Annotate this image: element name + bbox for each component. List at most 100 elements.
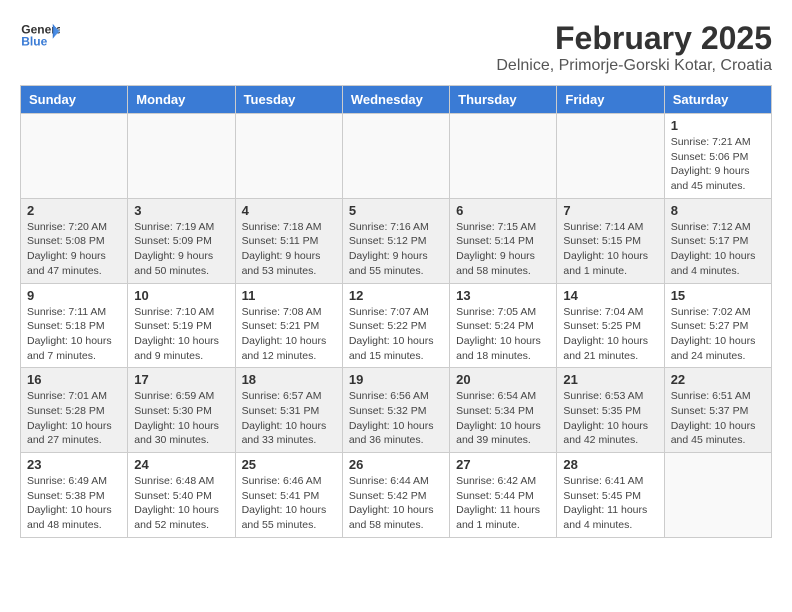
day-number: 5 xyxy=(349,203,443,218)
table-row: 10Sunrise: 7:10 AMSunset: 5:19 PMDayligh… xyxy=(128,283,235,368)
title-section: February 2025 Delnice, Primorje-Gorski K… xyxy=(496,20,772,75)
day-number: 2 xyxy=(27,203,121,218)
day-number: 20 xyxy=(456,372,550,387)
table-row: 27Sunrise: 6:42 AMSunset: 5:44 PMDayligh… xyxy=(450,453,557,538)
svg-text:Blue: Blue xyxy=(21,35,47,49)
day-info: Sunrise: 6:53 AMSunset: 5:35 PMDaylight:… xyxy=(563,389,657,448)
table-row: 11 Sunrise: 7:08 AMSunset: 5:21 PMDayligh… xyxy=(235,283,342,368)
day-info: Sunrise: 7:15 AMSunset: 5:14 PMDaylight:… xyxy=(456,220,550,279)
table-row: 17 Sunrise: 6:59 AMSunset: 5:30 PMDayligh… xyxy=(128,368,235,453)
day-info: Sunrise: 6:57 AMSunset: 5:31 PMDaylight:… xyxy=(242,389,336,448)
day-info: Sunrise: 6:49 AMSunset: 5:38 PMDaylight:… xyxy=(27,474,121,533)
calendar-week-row: 23 Sunrise: 6:49 AMSunset: 5:38 PMDayligh… xyxy=(21,453,772,538)
day-number: 6 xyxy=(456,203,550,218)
day-info: Sunrise: 6:59 AMSunset: 5:30 PMDaylight:… xyxy=(134,389,228,448)
day-number: 21 xyxy=(563,372,657,387)
table-row: 6 Sunrise: 7:15 AMSunset: 5:14 PMDaylight… xyxy=(450,198,557,283)
day-number: 28 xyxy=(563,457,657,472)
day-number: 26 xyxy=(349,457,443,472)
day-info: Sunrise: 6:42 AMSunset: 5:44 PMDaylight:… xyxy=(456,474,550,533)
calendar-week-row: 1 Sunrise: 7:21 AMSunset: 5:06 PMDaylight… xyxy=(21,114,772,199)
table-row: 18 Sunrise: 6:57 AMSunset: 5:31 PMDayligh… xyxy=(235,368,342,453)
table-row xyxy=(342,114,449,199)
day-number: 1 xyxy=(671,118,765,133)
day-number: 12 xyxy=(349,288,443,303)
day-number: 15 xyxy=(671,288,765,303)
day-number: 3 xyxy=(134,203,228,218)
day-number: 9 xyxy=(27,288,121,303)
day-number: 7 xyxy=(563,203,657,218)
table-row: 3 Sunrise: 7:19 AMSunset: 5:09 PMDaylight… xyxy=(128,198,235,283)
day-info: Sunrise: 7:11 AMSunset: 5:18 PMDaylight:… xyxy=(27,305,121,364)
table-row xyxy=(235,114,342,199)
table-row: 23 Sunrise: 6:49 AMSunset: 5:38 PMDayligh… xyxy=(21,453,128,538)
table-row: 22 Sunrise: 6:51 AMSunset: 5:37 PMDayligh… xyxy=(664,368,771,453)
day-info: Sunrise: 7:04 AMSunset: 5:25 PMDaylight:… xyxy=(563,305,657,364)
day-info: Sunrise: 7:12 AMSunset: 5:17 PMDaylight:… xyxy=(671,220,765,279)
month-year-title: February 2025 xyxy=(496,20,772,57)
table-row xyxy=(664,453,771,538)
calendar-week-row: 9 Sunrise: 7:11 AMSunset: 5:18 PMDaylight… xyxy=(21,283,772,368)
day-number: 24 xyxy=(134,457,228,472)
calendar-week-row: 16 Sunrise: 7:01 AMSunset: 5:28 PMDayligh… xyxy=(21,368,772,453)
table-row: 8 Sunrise: 7:12 AMSunset: 5:17 PMDaylight… xyxy=(664,198,771,283)
day-number: 14 xyxy=(563,288,657,303)
col-saturday: Saturday xyxy=(664,86,771,114)
day-info: Sunrise: 7:10 AMSunset: 5:19 PMDaylight:… xyxy=(134,305,228,364)
table-row xyxy=(557,114,664,199)
day-number: 18 xyxy=(242,372,336,387)
day-info: Sunrise: 7:05 AMSunset: 5:24 PMDaylight:… xyxy=(456,305,550,364)
day-number: 4 xyxy=(242,203,336,218)
day-info: Sunrise: 6:41 AMSunset: 5:45 PMDaylight:… xyxy=(563,474,657,533)
day-info: Sunrise: 7:16 AMSunset: 5:12 PMDaylight:… xyxy=(349,220,443,279)
table-row: 12 Sunrise: 7:07 AMSunset: 5:22 PMDayligh… xyxy=(342,283,449,368)
day-number: 8 xyxy=(671,203,765,218)
table-row xyxy=(450,114,557,199)
day-info: Sunrise: 6:51 AMSunset: 5:37 PMDaylight:… xyxy=(671,389,765,448)
day-number: 11 xyxy=(242,288,336,303)
day-number: 25 xyxy=(242,457,336,472)
day-info: Sunrise: 7:08 AMSunset: 5:21 PMDaylight:… xyxy=(242,305,336,364)
col-sunday: Sunday xyxy=(21,86,128,114)
col-monday: Monday xyxy=(128,86,235,114)
day-info: Sunrise: 7:02 AMSunset: 5:27 PMDaylight:… xyxy=(671,305,765,364)
day-info: Sunrise: 6:56 AMSunset: 5:32 PMDaylight:… xyxy=(349,389,443,448)
day-info: Sunrise: 6:44 AMSunset: 5:42 PMDaylight:… xyxy=(349,474,443,533)
day-number: 16 xyxy=(27,372,121,387)
day-info: Sunrise: 7:21 AMSunset: 5:06 PMDaylight:… xyxy=(671,135,765,194)
table-row: 4 Sunrise: 7:18 AMSunset: 5:11 PMDaylight… xyxy=(235,198,342,283)
day-number: 22 xyxy=(671,372,765,387)
table-row: 7 Sunrise: 7:14 AMSunset: 5:15 PMDaylight… xyxy=(557,198,664,283)
location-subtitle: Delnice, Primorje-Gorski Kotar, Croatia xyxy=(496,57,772,75)
logo: General Blue xyxy=(20,20,60,50)
day-number: 13 xyxy=(456,288,550,303)
day-number: 17 xyxy=(134,372,228,387)
day-info: Sunrise: 7:19 AMSunset: 5:09 PMDaylight:… xyxy=(134,220,228,279)
calendar-header-row: Sunday Monday Tuesday Wednesday Thursday… xyxy=(21,86,772,114)
col-thursday: Thursday xyxy=(450,86,557,114)
table-row xyxy=(21,114,128,199)
table-row: 14 Sunrise: 7:04 AMSunset: 5:25 PMDayligh… xyxy=(557,283,664,368)
calendar-week-row: 2Sunrise: 7:20 AMSunset: 5:08 PMDaylight… xyxy=(21,198,772,283)
table-row: 21 Sunrise: 6:53 AMSunset: 5:35 PMDayligh… xyxy=(557,368,664,453)
day-info: Sunrise: 7:07 AMSunset: 5:22 PMDaylight:… xyxy=(349,305,443,364)
col-friday: Friday xyxy=(557,86,664,114)
table-row: 13 Sunrise: 7:05 AMSunset: 5:24 PMDayligh… xyxy=(450,283,557,368)
table-row: 15 Sunrise: 7:02 AMSunset: 5:27 PMDayligh… xyxy=(664,283,771,368)
table-row: 16 Sunrise: 7:01 AMSunset: 5:28 PMDayligh… xyxy=(21,368,128,453)
day-info: Sunrise: 7:14 AMSunset: 5:15 PMDaylight:… xyxy=(563,220,657,279)
day-info: Sunrise: 6:46 AMSunset: 5:41 PMDaylight:… xyxy=(242,474,336,533)
day-info: Sunrise: 7:18 AMSunset: 5:11 PMDaylight:… xyxy=(242,220,336,279)
header: General Blue February 2025 Delnice, Prim… xyxy=(20,20,772,75)
table-row: 26 Sunrise: 6:44 AMSunset: 5:42 PMDayligh… xyxy=(342,453,449,538)
table-row: 25 Sunrise: 6:46 AMSunset: 5:41 PMDayligh… xyxy=(235,453,342,538)
col-tuesday: Tuesday xyxy=(235,86,342,114)
table-row: 24Sunrise: 6:48 AMSunset: 5:40 PMDayligh… xyxy=(128,453,235,538)
day-info: Sunrise: 7:01 AMSunset: 5:28 PMDaylight:… xyxy=(27,389,121,448)
table-row: 2Sunrise: 7:20 AMSunset: 5:08 PMDaylight… xyxy=(21,198,128,283)
table-row: 28 Sunrise: 6:41 AMSunset: 5:45 PMDayligh… xyxy=(557,453,664,538)
table-row: 1 Sunrise: 7:21 AMSunset: 5:06 PMDaylight… xyxy=(664,114,771,199)
day-number: 23 xyxy=(27,457,121,472)
day-number: 19 xyxy=(349,372,443,387)
col-wednesday: Wednesday xyxy=(342,86,449,114)
